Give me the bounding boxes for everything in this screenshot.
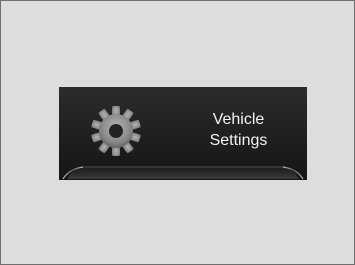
- gear-icon: [91, 106, 141, 156]
- vehicle-settings-button[interactable]: Vehicle Settings: [59, 87, 307, 180]
- vehicle-settings-label: Vehicle Settings: [191, 109, 286, 151]
- label-line-settings: Settings: [209, 132, 268, 149]
- tile-bottom-glow: [62, 165, 304, 180]
- label-line-vehicle: Vehicle: [212, 111, 265, 128]
- screen-frame: Vehicle Settings: [0, 0, 355, 265]
